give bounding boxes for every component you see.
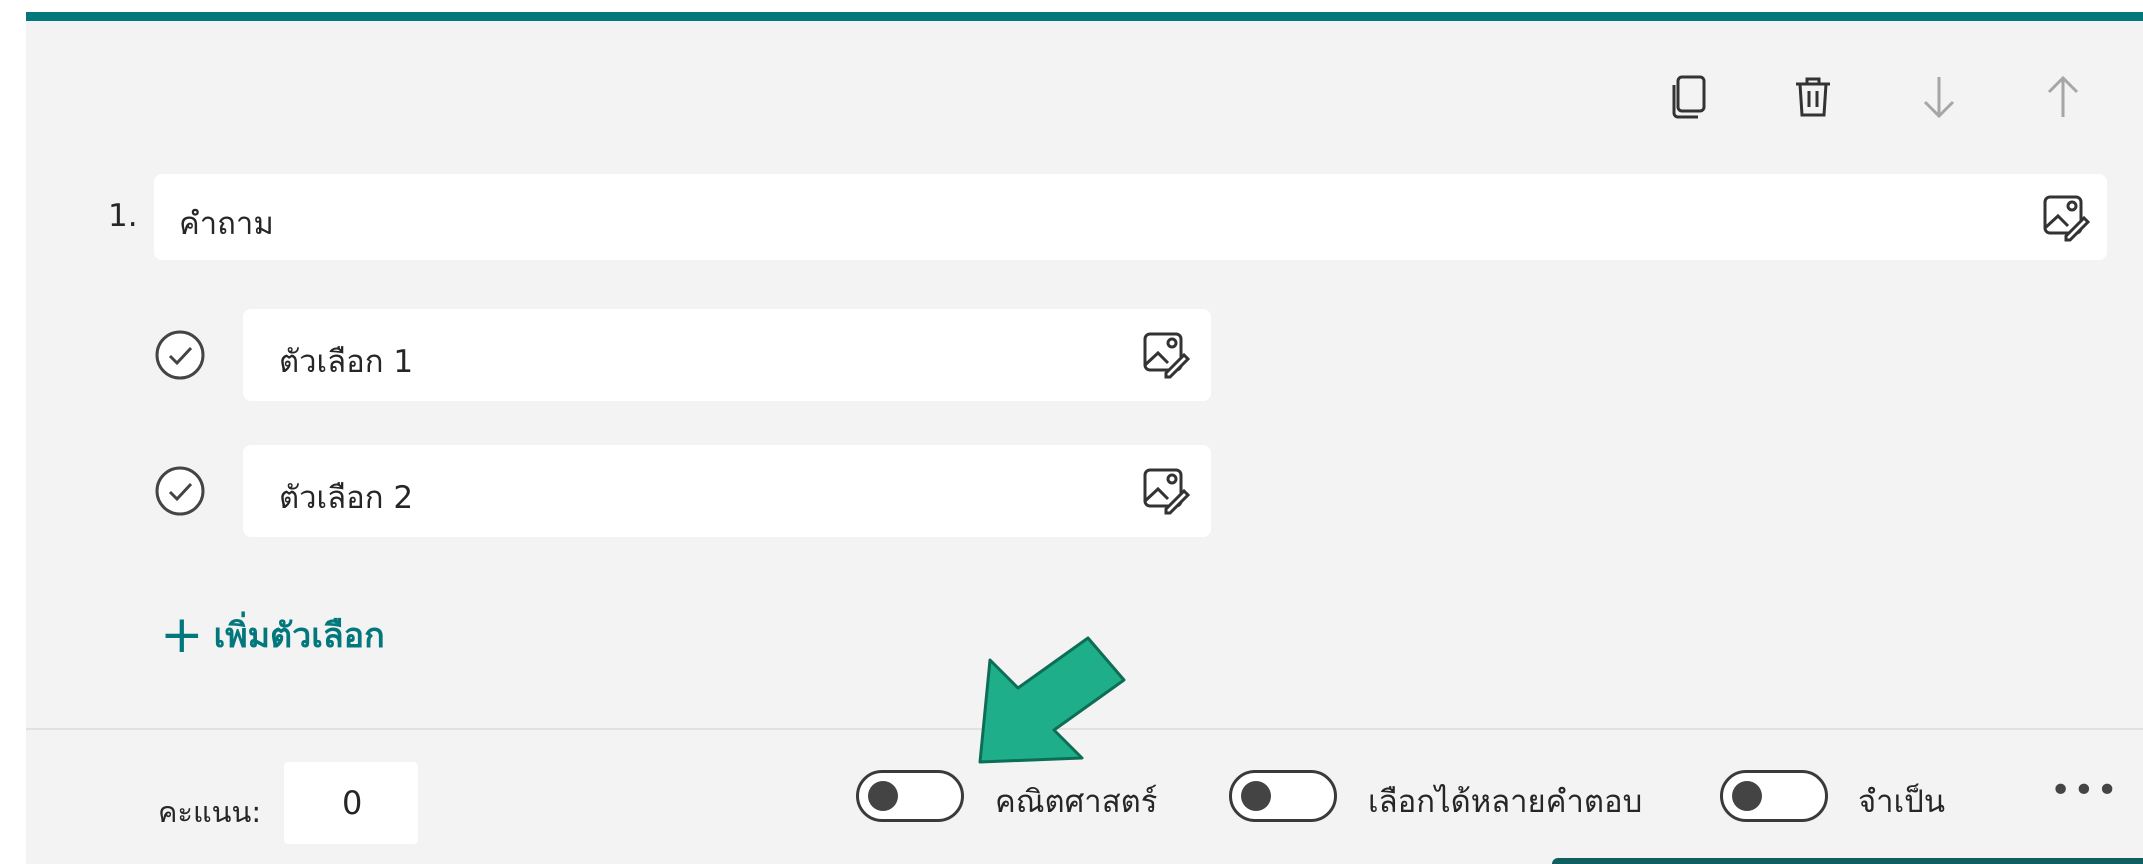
math-toggle[interactable] <box>856 770 964 822</box>
toggle-knob <box>1732 781 1762 811</box>
plus-icon: + <box>160 605 204 665</box>
add-option-label: เพิ่มตัวเลือก <box>213 616 385 656</box>
add-option-button[interactable]: + เพิ่มตัวเลือก <box>160 608 385 662</box>
option-text: ตัวเลือก 2 <box>279 480 414 516</box>
insert-media-icon[interactable] <box>1140 329 1191 379</box>
required-toggle-label: จำเป็น <box>1858 784 1946 820</box>
toggle-knob <box>1241 781 1271 811</box>
insert-media-icon[interactable] <box>1140 465 1191 515</box>
correct-answer-check-icon[interactable] <box>154 465 206 517</box>
option-text: ตัวเลือก 1 <box>279 344 414 380</box>
multiple-answers-toggle[interactable] <box>1229 770 1337 822</box>
required-toggle[interactable] <box>1720 770 1828 822</box>
insert-media-icon[interactable] <box>2040 192 2091 242</box>
correct-answer-check-icon[interactable] <box>154 329 206 381</box>
toggle-knob <box>868 781 898 811</box>
move-up-icon[interactable] <box>2038 72 2088 122</box>
trash-icon[interactable] <box>1788 72 1838 122</box>
multiple-answers-toggle-label: เลือกได้หลายคำตอบ <box>1368 784 1643 820</box>
option-row: ตัวเลือก 2 <box>0 445 1300 537</box>
points-input[interactable]: 0 <box>284 762 418 844</box>
bottom-accent-bar <box>1552 858 2143 864</box>
points-label: คะแนน: <box>158 795 262 829</box>
option-input[interactable]: ตัวเลือก 2 <box>243 445 1211 537</box>
move-down-icon[interactable] <box>1914 72 1964 122</box>
question-number: 1. <box>108 198 138 234</box>
question-input[interactable]: คำถาม <box>154 174 2107 260</box>
copy-icon[interactable] <box>1664 72 1714 122</box>
option-input[interactable]: ตัวเลือก 1 <box>243 309 1211 401</box>
more-options-icon[interactable]: ••• <box>2050 770 2120 811</box>
points-value: 0 <box>342 784 363 822</box>
question-text: คำถาม <box>179 206 274 242</box>
option-row: ตัวเลือก 1 <box>0 309 1300 401</box>
annotation-arrow-icon <box>960 632 1140 786</box>
